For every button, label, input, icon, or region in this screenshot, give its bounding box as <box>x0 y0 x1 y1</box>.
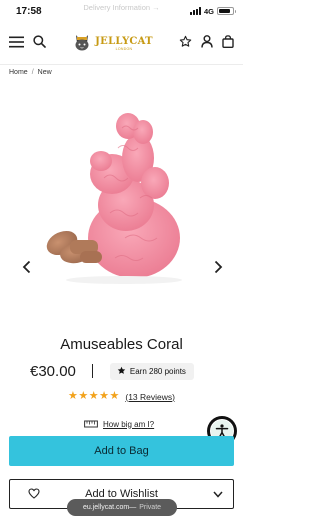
header-left <box>9 35 46 53</box>
product-price: €30.00 <box>30 362 76 380</box>
search-icon[interactable] <box>33 35 46 53</box>
site-header: JELLYCAT LONDON <box>0 24 243 64</box>
breadcrumb: Home / New <box>9 69 52 76</box>
chevron-right-icon[interactable] <box>210 259 226 275</box>
points-label: Earn 280 points <box>129 366 186 376</box>
delivery-info-link[interactable]: Delivery Information → <box>0 3 243 12</box>
chevron-left-icon[interactable] <box>18 259 34 275</box>
product-image <box>46 113 182 284</box>
header-right <box>179 35 234 53</box>
browser-private-label: Private <box>139 504 162 511</box>
chevron-down-icon[interactable] <box>213 489 223 501</box>
bag-icon[interactable] <box>222 35 234 53</box>
breadcrumb-current[interactable]: New <box>38 69 52 76</box>
star-icon: ★ <box>68 390 78 402</box>
menu-icon[interactable] <box>9 35 24 53</box>
heart-icon <box>28 488 40 502</box>
star-icon: ★ <box>78 390 89 402</box>
logo-text: JELLYCAT <box>95 36 153 47</box>
browser-url-pill[interactable]: eu.jellycat.com — Private <box>67 499 177 516</box>
star-rating: ★ ★ ★ ★ ★ <box>68 391 119 402</box>
product-image-carousel[interactable] <box>0 88 243 324</box>
star-icon: ★ <box>88 390 99 402</box>
logo-wordmark: JELLYCAT LONDON <box>95 36 153 52</box>
rating-row[interactable]: ★ ★ ★ ★ ★ (13 Reviews) <box>68 391 175 402</box>
star-icon: ★ <box>109 390 120 402</box>
product-title: Amuseables Coral <box>60 336 183 353</box>
browser-separator: — <box>129 504 137 511</box>
size-guide-link[interactable]: How big am I? <box>103 420 154 429</box>
points-badge: Earn 280 points <box>109 362 194 380</box>
price-separator <box>91 364 93 378</box>
price-row: €30.00 Earn 280 points <box>30 361 194 381</box>
header-divider <box>0 64 243 65</box>
star-outline-icon[interactable] <box>179 35 192 53</box>
browser-domain: eu.jellycat.com <box>82 504 130 511</box>
user-icon[interactable] <box>201 35 213 53</box>
add-to-bag-button[interactable]: Add to Bag <box>9 436 234 466</box>
jellycat-logo[interactable]: JELLYCAT LONDON <box>72 32 153 57</box>
logo-cat-icon <box>72 32 92 57</box>
logo-subtext: LONDON <box>115 47 133 51</box>
star-icon <box>117 366 126 377</box>
breadcrumb-separator: / <box>31 69 34 76</box>
breadcrumb-home[interactable]: Home <box>9 69 28 76</box>
size-guide[interactable]: How big am I? <box>84 415 154 433</box>
star-icon: ★ <box>99 390 109 402</box>
ruler-icon <box>84 415 98 433</box>
reviews-link[interactable]: (13 Reviews) <box>125 392 175 402</box>
